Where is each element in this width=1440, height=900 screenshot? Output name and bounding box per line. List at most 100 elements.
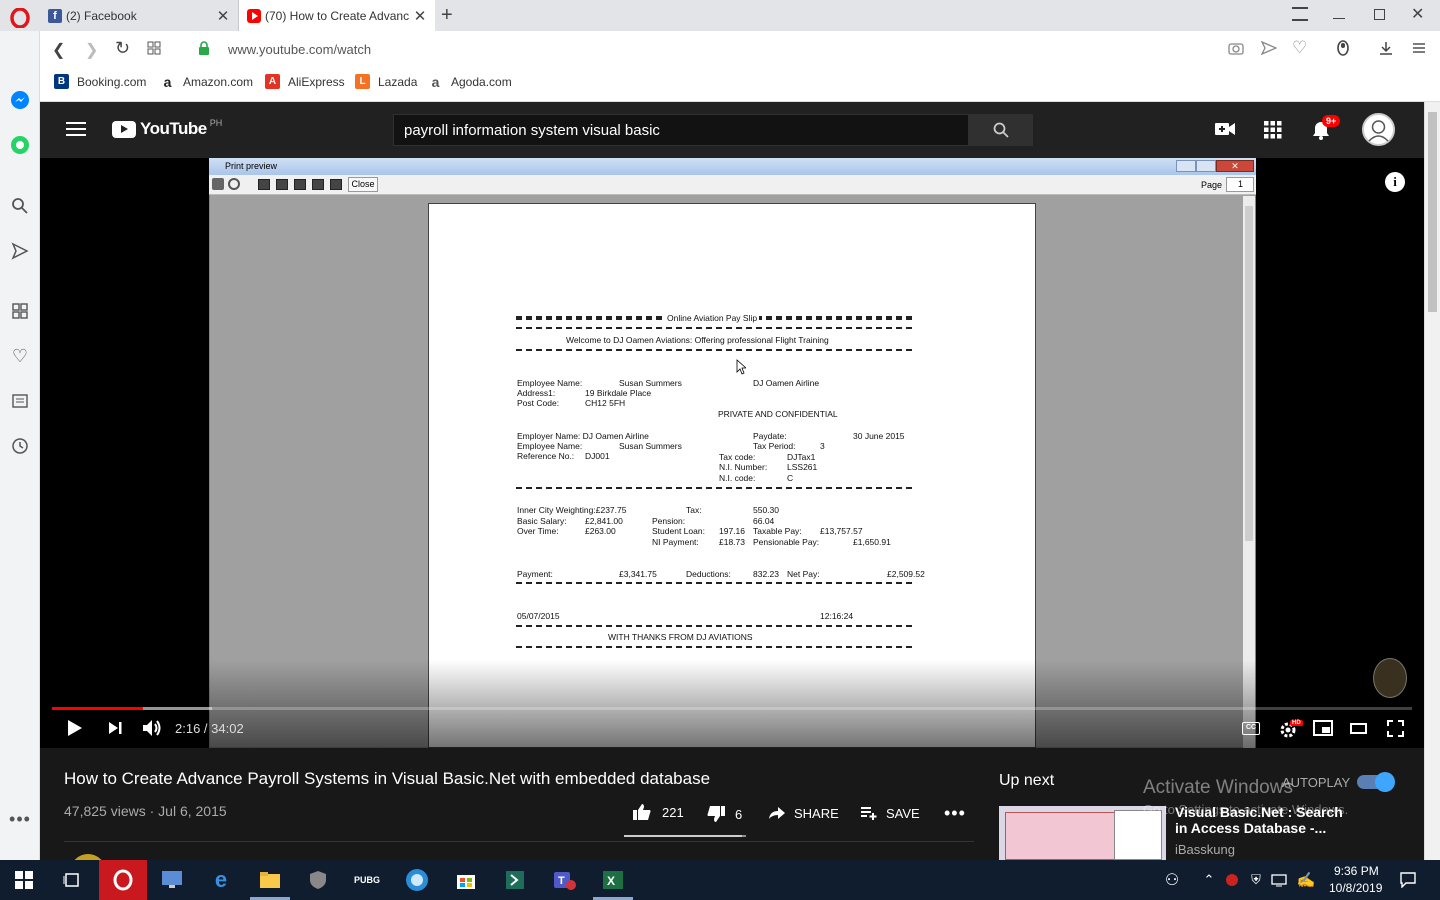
apps-grid-icon[interactable] bbox=[1264, 121, 1282, 144]
opera-logo-icon[interactable] bbox=[8, 6, 32, 30]
preview-close-button[interactable]: ✕ bbox=[1216, 160, 1254, 172]
page-layout-5-icon[interactable] bbox=[330, 179, 342, 190]
clock-time[interactable]: 9:36 PM bbox=[1334, 864, 1379, 878]
search-input[interactable]: payroll information system visual basic bbox=[404, 122, 660, 139]
lazada-icon: L bbox=[355, 74, 370, 89]
page-layout-4-icon[interactable] bbox=[312, 179, 324, 190]
forward-icon[interactable]: ❯ bbox=[85, 40, 98, 60]
page-layout-2-icon[interactable] bbox=[276, 179, 288, 190]
preview-minimize-button[interactable] bbox=[1176, 160, 1196, 172]
edge-icon[interactable]: e bbox=[205, 865, 237, 895]
url-field[interactable]: www.youtube.com/watch bbox=[228, 42, 371, 57]
history-icon[interactable] bbox=[9, 435, 31, 457]
theater-mode-icon[interactable] bbox=[1350, 723, 1367, 734]
slip-taxcode: DJTax1 bbox=[787, 452, 816, 462]
search-box[interactable]: payroll information system visual basic bbox=[393, 114, 969, 146]
task-view-icon[interactable] bbox=[56, 865, 88, 895]
channel-watermark[interactable] bbox=[1373, 658, 1407, 698]
save-label: SAVE bbox=[886, 805, 920, 821]
close-window-button[interactable]: ✕ bbox=[1411, 4, 1424, 24]
share-button[interactable]: SHARE bbox=[768, 805, 839, 821]
more-actions-icon[interactable]: ••• bbox=[944, 803, 966, 824]
action-center-icon[interactable] bbox=[1392, 865, 1424, 895]
bookmark-label: Agoda.com bbox=[451, 74, 512, 89]
youtube-logo[interactable]: YouTube PH bbox=[112, 118, 222, 139]
search-icon[interactable] bbox=[9, 195, 31, 217]
download-icon[interactable] bbox=[1378, 40, 1394, 61]
restore-button[interactable] bbox=[1374, 9, 1385, 20]
clock-date[interactable]: 10/8/2019 bbox=[1329, 881, 1382, 895]
autoplay-toggle[interactable] bbox=[1357, 772, 1395, 792]
slip-taxperiod: 3 bbox=[820, 441, 825, 451]
menu-icon[interactable] bbox=[66, 122, 86, 136]
speed-dial-icon[interactable] bbox=[9, 300, 31, 322]
whatsapp-icon[interactable] bbox=[9, 134, 31, 156]
close-tab-icon[interactable]: ✕ bbox=[413, 7, 427, 25]
preview-title: Print preview bbox=[225, 161, 278, 171]
teams-icon[interactable]: T bbox=[548, 865, 580, 895]
pubg-icon[interactable]: PUBG bbox=[351, 865, 383, 895]
circle-app-icon[interactable] bbox=[401, 865, 433, 895]
search-button[interactable] bbox=[968, 114, 1033, 146]
heart-icon[interactable]: ♡ bbox=[9, 345, 31, 367]
extension-icon[interactable] bbox=[1336, 40, 1350, 61]
back-icon[interactable]: ❮ bbox=[52, 40, 65, 60]
captions-icon[interactable]: CC bbox=[1242, 722, 1260, 735]
bookmark-heart-icon[interactable]: ♡ bbox=[1292, 38, 1307, 58]
page-number-input[interactable]: 1 bbox=[1226, 177, 1254, 192]
messenger-icon[interactable] bbox=[9, 89, 31, 111]
zoom-icon[interactable] bbox=[228, 178, 240, 190]
next-video-channel[interactable]: iBasskung bbox=[1175, 842, 1235, 857]
reload-icon[interactable]: ↻ bbox=[115, 38, 130, 59]
tab-facebook[interactable]: f (2) Facebook ✕ bbox=[40, 0, 239, 31]
bookmark-aliexpress[interactable]: A AliExpress bbox=[265, 74, 345, 89]
page-layout-1-icon[interactable] bbox=[258, 179, 270, 190]
tab-youtube[interactable]: (70) How to Create Advanc ✕ bbox=[239, 0, 435, 31]
info-icon[interactable]: i bbox=[1385, 172, 1405, 192]
save-button[interactable]: SAVE bbox=[860, 805, 920, 821]
play-button[interactable] bbox=[66, 718, 84, 743]
file-explorer-icon[interactable] bbox=[254, 865, 286, 895]
next-video-thumbnail[interactable] bbox=[999, 806, 1166, 860]
agoda-icon: a bbox=[428, 74, 443, 90]
bookmark-amazon[interactable]: a Amazon.com bbox=[160, 74, 253, 90]
tray-pen-icon[interactable]: ✍ bbox=[1290, 865, 1322, 895]
people-icon[interactable]: ⚇ bbox=[1156, 865, 1188, 895]
volume-icon[interactable] bbox=[141, 718, 163, 743]
miniplayer-icon[interactable] bbox=[1313, 720, 1333, 736]
excel-icon[interactable]: X bbox=[597, 865, 629, 895]
more-icon[interactable]: ••• bbox=[9, 808, 31, 830]
remote-desktop-icon[interactable] bbox=[156, 865, 188, 895]
store-icon[interactable] bbox=[450, 865, 482, 895]
create-video-icon[interactable] bbox=[1214, 121, 1236, 142]
news-icon[interactable] bbox=[9, 390, 31, 412]
progress-track[interactable] bbox=[52, 707, 1412, 710]
tabs-grid-icon[interactable] bbox=[147, 41, 161, 60]
tab-menu-icon[interactable] bbox=[1292, 7, 1308, 21]
bookmark-lazada[interactable]: L Lazada bbox=[355, 74, 417, 89]
snapshot-icon[interactable] bbox=[1228, 41, 1244, 60]
app-shield-icon[interactable] bbox=[302, 865, 334, 895]
terminal-app-icon[interactable] bbox=[499, 865, 531, 895]
easy-setup-icon[interactable] bbox=[1411, 41, 1427, 60]
minimize-button[interactable] bbox=[1333, 18, 1345, 19]
dislike-button[interactable]: 6 bbox=[706, 805, 742, 823]
lock-icon[interactable] bbox=[198, 41, 210, 61]
send-icon[interactable] bbox=[9, 240, 31, 262]
close-tab-icon[interactable]: ✕ bbox=[216, 7, 230, 25]
page-scrollbar[interactable] bbox=[1424, 102, 1440, 860]
send-page-icon[interactable] bbox=[1260, 40, 1278, 60]
avatar[interactable] bbox=[1362, 113, 1395, 146]
preview-maximize-button[interactable] bbox=[1196, 160, 1216, 172]
bookmark-agoda[interactable]: a Agoda.com bbox=[428, 74, 512, 90]
next-button[interactable] bbox=[107, 720, 123, 741]
fullscreen-icon[interactable] bbox=[1387, 720, 1404, 742]
windows-start-icon[interactable] bbox=[8, 865, 40, 895]
like-button[interactable]: 221 bbox=[632, 803, 684, 821]
preview-close-toolbar-button[interactable]: Close bbox=[348, 177, 378, 192]
bookmark-booking[interactable]: B Booking.com bbox=[54, 74, 146, 89]
page-layout-3-icon[interactable] bbox=[294, 179, 306, 190]
print-icon[interactable] bbox=[212, 178, 224, 190]
opera-taskbar-icon[interactable] bbox=[99, 860, 147, 900]
new-tab-button[interactable]: + bbox=[441, 4, 453, 27]
